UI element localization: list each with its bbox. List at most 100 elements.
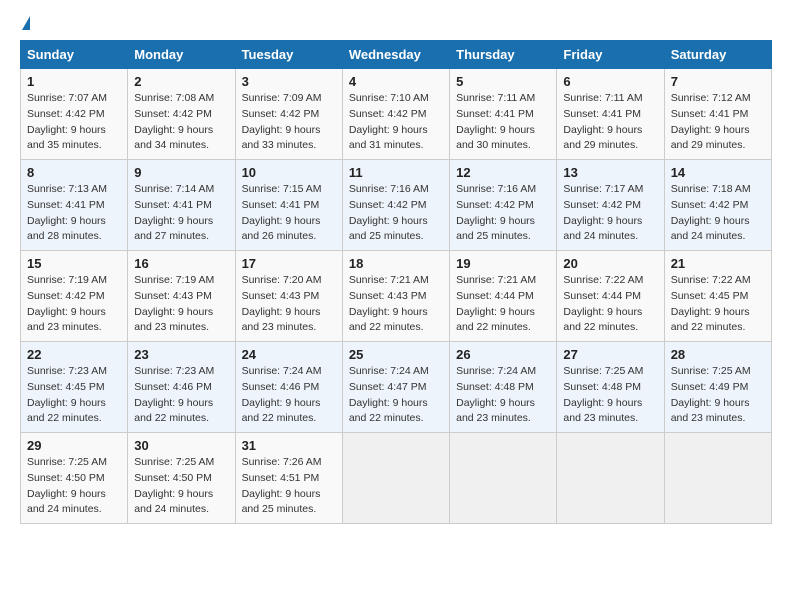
day-info: Sunrise: 7:23 AMSunset: 4:46 PMDaylight:…: [134, 364, 228, 427]
day-info: Sunrise: 7:24 AMSunset: 4:46 PMDaylight:…: [242, 364, 336, 427]
table-row: [557, 433, 664, 524]
table-row: 28 Sunrise: 7:25 AMSunset: 4:49 PMDayligh…: [664, 342, 771, 433]
table-row: 24 Sunrise: 7:24 AMSunset: 4:46 PMDayligh…: [235, 342, 342, 433]
day-number: 4: [349, 74, 443, 89]
calendar-header-tuesday: Tuesday: [235, 41, 342, 69]
day-info: Sunrise: 7:09 AMSunset: 4:42 PMDaylight:…: [242, 91, 336, 154]
table-row: 1Sunrise: 7:07 AMSunset: 4:42 PMDaylight…: [21, 69, 128, 160]
table-row: [664, 433, 771, 524]
day-number: 8: [27, 165, 121, 180]
table-row: 10 Sunrise: 7:15 AMSunset: 4:41 PMDayligh…: [235, 160, 342, 251]
day-number: 3: [242, 74, 336, 89]
table-row: 12 Sunrise: 7:16 AMSunset: 4:42 PMDayligh…: [450, 160, 557, 251]
table-row: 3 Sunrise: 7:09 AMSunset: 4:42 PMDaylight…: [235, 69, 342, 160]
day-info: Sunrise: 7:17 AMSunset: 4:42 PMDaylight:…: [563, 182, 657, 245]
header: [20, 16, 772, 30]
day-number: 9: [134, 165, 228, 180]
day-number: 14: [671, 165, 765, 180]
day-number: 27: [563, 347, 657, 362]
calendar-week-row-2: 8 Sunrise: 7:13 AMSunset: 4:41 PMDaylight…: [21, 160, 772, 251]
table-row: 30 Sunrise: 7:25 AMSunset: 4:50 PMDayligh…: [128, 433, 235, 524]
table-row: 16 Sunrise: 7:19 AMSunset: 4:43 PMDayligh…: [128, 251, 235, 342]
table-row: 11 Sunrise: 7:16 AMSunset: 4:42 PMDayligh…: [342, 160, 449, 251]
table-row: 31 Sunrise: 7:26 AMSunset: 4:51 PMDayligh…: [235, 433, 342, 524]
table-row: 5 Sunrise: 7:11 AMSunset: 4:41 PMDaylight…: [450, 69, 557, 160]
day-number: 10: [242, 165, 336, 180]
day-number: 31: [242, 438, 336, 453]
calendar-week-row-4: 22 Sunrise: 7:23 AMSunset: 4:45 PMDayligh…: [21, 342, 772, 433]
table-row: 4Sunrise: 7:10 AMSunset: 4:42 PMDaylight…: [342, 69, 449, 160]
table-row: 9 Sunrise: 7:14 AMSunset: 4:41 PMDaylight…: [128, 160, 235, 251]
calendar-week-row-3: 15 Sunrise: 7:19 AMSunset: 4:42 PMDayligh…: [21, 251, 772, 342]
day-info: Sunrise: 7:19 AMSunset: 4:42 PMDaylight:…: [27, 273, 121, 336]
day-info: Sunrise: 7:14 AMSunset: 4:41 PMDaylight:…: [134, 182, 228, 245]
day-info: Sunrise: 7:08 AMSunset: 4:42 PMDaylight:…: [134, 91, 228, 154]
table-row: 23 Sunrise: 7:23 AMSunset: 4:46 PMDayligh…: [128, 342, 235, 433]
table-row: 19Sunrise: 7:21 AMSunset: 4:44 PMDayligh…: [450, 251, 557, 342]
day-number: 22: [27, 347, 121, 362]
table-row: 27 Sunrise: 7:25 AMSunset: 4:48 PMDayligh…: [557, 342, 664, 433]
day-number: 6: [563, 74, 657, 89]
day-info: Sunrise: 7:21 AMSunset: 4:44 PMDaylight:…: [456, 273, 550, 336]
table-row: 29Sunrise: 7:25 AMSunset: 4:50 PMDayligh…: [21, 433, 128, 524]
day-number: 15: [27, 256, 121, 271]
table-row: 17Sunrise: 7:20 AMSunset: 4:43 PMDayligh…: [235, 251, 342, 342]
day-info: Sunrise: 7:21 AMSunset: 4:43 PMDaylight:…: [349, 273, 443, 336]
calendar-header-sunday: Sunday: [21, 41, 128, 69]
day-info: Sunrise: 7:11 AMSunset: 4:41 PMDaylight:…: [456, 91, 550, 154]
day-info: Sunrise: 7:22 AMSunset: 4:45 PMDaylight:…: [671, 273, 765, 336]
calendar-header-row: SundayMondayTuesdayWednesdayThursdayFrid…: [21, 41, 772, 69]
day-info: Sunrise: 7:13 AMSunset: 4:41 PMDaylight:…: [27, 182, 121, 245]
day-number: 11: [349, 165, 443, 180]
day-info: Sunrise: 7:25 AMSunset: 4:50 PMDaylight:…: [134, 455, 228, 518]
day-number: 23: [134, 347, 228, 362]
calendar-table: SundayMondayTuesdayWednesdayThursdayFrid…: [20, 40, 772, 524]
logo: [20, 16, 30, 30]
calendar-header-monday: Monday: [128, 41, 235, 69]
day-info: Sunrise: 7:24 AMSunset: 4:47 PMDaylight:…: [349, 364, 443, 427]
day-info: Sunrise: 7:11 AMSunset: 4:41 PMDaylight:…: [563, 91, 657, 154]
table-row: 14 Sunrise: 7:18 AMSunset: 4:42 PMDayligh…: [664, 160, 771, 251]
table-row: 15 Sunrise: 7:19 AMSunset: 4:42 PMDayligh…: [21, 251, 128, 342]
day-number: 28: [671, 347, 765, 362]
day-info: Sunrise: 7:16 AMSunset: 4:42 PMDaylight:…: [349, 182, 443, 245]
day-info: Sunrise: 7:25 AMSunset: 4:48 PMDaylight:…: [563, 364, 657, 427]
day-number: 21: [671, 256, 765, 271]
day-number: 24: [242, 347, 336, 362]
calendar-header-friday: Friday: [557, 41, 664, 69]
day-number: 18: [349, 256, 443, 271]
table-row: 8 Sunrise: 7:13 AMSunset: 4:41 PMDaylight…: [21, 160, 128, 251]
table-row: 7 Sunrise: 7:12 AMSunset: 4:41 PMDaylight…: [664, 69, 771, 160]
table-row: [450, 433, 557, 524]
day-info: Sunrise: 7:18 AMSunset: 4:42 PMDaylight:…: [671, 182, 765, 245]
day-number: 25: [349, 347, 443, 362]
day-number: 20: [563, 256, 657, 271]
day-info: Sunrise: 7:15 AMSunset: 4:41 PMDaylight:…: [242, 182, 336, 245]
day-info: Sunrise: 7:26 AMSunset: 4:51 PMDaylight:…: [242, 455, 336, 518]
day-number: 17: [242, 256, 336, 271]
table-row: 21 Sunrise: 7:22 AMSunset: 4:45 PMDayligh…: [664, 251, 771, 342]
day-info: Sunrise: 7:25 AMSunset: 4:49 PMDaylight:…: [671, 364, 765, 427]
calendar-week-row-1: 1Sunrise: 7:07 AMSunset: 4:42 PMDaylight…: [21, 69, 772, 160]
table-row: [342, 433, 449, 524]
day-info: Sunrise: 7:12 AMSunset: 4:41 PMDaylight:…: [671, 91, 765, 154]
table-row: 18 Sunrise: 7:21 AMSunset: 4:43 PMDayligh…: [342, 251, 449, 342]
calendar-week-row-5: 29Sunrise: 7:25 AMSunset: 4:50 PMDayligh…: [21, 433, 772, 524]
day-number: 13: [563, 165, 657, 180]
day-info: Sunrise: 7:16 AMSunset: 4:42 PMDaylight:…: [456, 182, 550, 245]
day-number: 7: [671, 74, 765, 89]
day-info: Sunrise: 7:19 AMSunset: 4:43 PMDaylight:…: [134, 273, 228, 336]
table-row: 6 Sunrise: 7:11 AMSunset: 4:41 PMDaylight…: [557, 69, 664, 160]
calendar-header-saturday: Saturday: [664, 41, 771, 69]
day-info: Sunrise: 7:24 AMSunset: 4:48 PMDaylight:…: [456, 364, 550, 427]
day-info: Sunrise: 7:25 AMSunset: 4:50 PMDaylight:…: [27, 455, 121, 518]
day-number: 16: [134, 256, 228, 271]
day-number: 2: [134, 74, 228, 89]
day-info: Sunrise: 7:23 AMSunset: 4:45 PMDaylight:…: [27, 364, 121, 427]
day-number: 12: [456, 165, 550, 180]
table-row: 2 Sunrise: 7:08 AMSunset: 4:42 PMDaylight…: [128, 69, 235, 160]
day-info: Sunrise: 7:07 AMSunset: 4:42 PMDaylight:…: [27, 91, 121, 154]
table-row: 22 Sunrise: 7:23 AMSunset: 4:45 PMDayligh…: [21, 342, 128, 433]
day-number: 5: [456, 74, 550, 89]
day-number: 30: [134, 438, 228, 453]
